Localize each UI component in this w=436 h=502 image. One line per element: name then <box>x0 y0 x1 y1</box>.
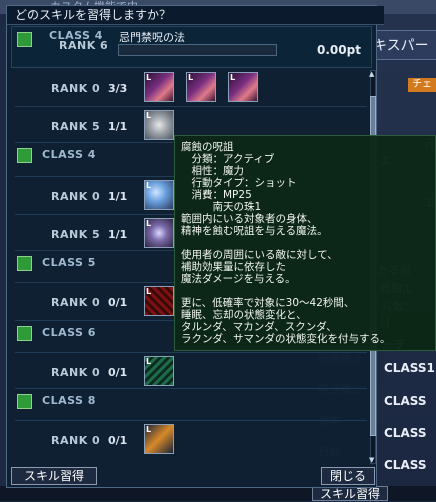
skill-level-mark: L <box>230 73 236 82</box>
skill-level-mark: L <box>146 219 152 228</box>
skill-count: 3/3 <box>108 82 128 95</box>
skill-progress-bar <box>118 44 277 56</box>
skill-row[interactable]: RANK 0 0/1 L <box>11 424 363 454</box>
blue-orb-icon[interactable]: L <box>144 180 174 210</box>
bolt-icon[interactable]: L <box>144 424 174 454</box>
scroll-down-arrow-icon[interactable]: ▼ <box>369 456 374 464</box>
row-divider <box>15 106 367 107</box>
skill-rank-label: RANK 0 <box>51 366 101 379</box>
skill-rank-label: RANK 0 <box>51 82 101 95</box>
skill-tooltip: 腐蝕の呪詛 分類：アクティブ 相性：魔力 行動タイプ：ショット 消費：MP25 … <box>174 135 436 351</box>
skill-row[interactable]: RANK 0 3/3 L L L <box>11 72 363 102</box>
background-class-label: CLASS <box>384 426 427 440</box>
skill-count: 1/1 <box>108 228 128 241</box>
skill-count: 0/1 <box>108 434 128 447</box>
skill-level-mark: L <box>146 357 152 366</box>
red-grid-icon[interactable]: L <box>144 286 174 316</box>
class-section-square-icon <box>17 148 32 163</box>
skill-rank-label: RANK 5 <box>51 228 101 241</box>
skill-count: 0/1 <box>108 366 128 379</box>
class-section-square-icon <box>17 394 32 409</box>
skill-count: 1/1 <box>108 190 128 203</box>
tooltip-line: 魔法ダメージを与える。 <box>181 273 296 285</box>
swirl-icon[interactable]: L <box>144 218 174 248</box>
class-section-label: CLASS 6 <box>42 326 96 339</box>
background-skill-learn-button[interactable]: スキル習得 <box>312 486 388 501</box>
skill-level-mark: L <box>146 111 152 120</box>
skill-row[interactable]: RANK 0 0/1 L <box>11 356 363 386</box>
scroll-up-arrow-icon[interactable]: ▲ <box>369 70 374 78</box>
background-window-title: キスパー <box>373 38 429 54</box>
class-section-label: CLASS 8 <box>42 394 96 407</box>
skill-count: 0/1 <box>108 296 128 309</box>
tooltip-line: 精神を蝕む呪詛を与える魔法。 <box>181 225 328 237</box>
class-section-square-icon <box>17 326 32 341</box>
skill-points: 0.00pt <box>317 43 361 57</box>
background-class-label: CLASS <box>384 394 427 408</box>
skill-level-mark: L <box>146 73 152 82</box>
skill-rank-label: RANK 0 <box>51 190 101 203</box>
background-orange-tag: チェ <box>408 78 436 92</box>
row-divider <box>15 420 367 421</box>
class-section-label: CLASS 4 <box>42 148 96 161</box>
skill-count: 1/1 <box>108 120 128 133</box>
purple-slash-icon[interactable]: L <box>144 72 174 102</box>
background-class-label: CLASS1 <box>384 361 435 375</box>
tooltip-line: ラクンダ、サマンダの状態変化を付与する。 <box>181 333 391 345</box>
class-header-square-icon <box>17 32 32 47</box>
skill-level-mark: L <box>146 287 152 296</box>
green-grid-icon[interactable]: L <box>144 356 174 386</box>
skill-level-mark: L <box>188 73 194 82</box>
skill-rank-label: RANK 0 <box>51 296 101 309</box>
skill-level-mark: L <box>146 425 152 434</box>
close-button[interactable]: 閉じる <box>321 467 375 485</box>
class-section-square-icon <box>17 256 32 271</box>
window-title: どのスキルを習得しますか？ <box>7 6 384 25</box>
row-divider <box>15 352 367 353</box>
row-divider <box>15 388 367 389</box>
skill-rank-label: RANK 0 <box>51 434 101 447</box>
class-section-label: CLASS 5 <box>42 256 96 269</box>
selected-skill-name: 忌門禁呪の法 <box>119 31 185 44</box>
skill-level-mark: L <box>146 181 152 190</box>
learn-skill-button[interactable]: スキル習得 <box>11 467 97 485</box>
skill-rank-label: RANK 5 <box>51 120 101 133</box>
header-rank-label: RANK 6 <box>59 39 109 52</box>
purple-slash-icon[interactable]: L <box>228 72 258 102</box>
background-class-label: CLASS <box>384 458 427 472</box>
purple-slash-icon[interactable]: L <box>186 72 216 102</box>
gray-cross-icon[interactable]: L <box>144 110 174 140</box>
